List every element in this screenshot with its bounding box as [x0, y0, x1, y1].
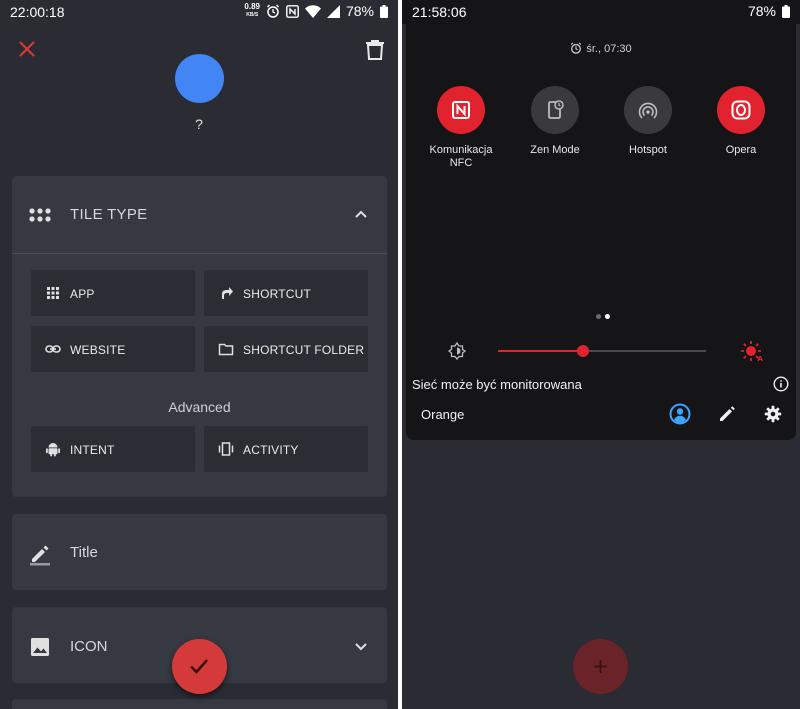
hotspot-icon [638, 102, 658, 119]
signal-icon [326, 4, 340, 18]
delete-icon[interactable] [364, 38, 386, 60]
save-fab-button[interactable] [172, 639, 227, 694]
brightness-slider-thumb[interactable] [577, 345, 590, 357]
tile-hotspot-button[interactable] [624, 86, 672, 134]
network-monitoring-notice[interactable]: Sieć może być monitorowana [412, 377, 582, 392]
tile-opera[interactable]: Opera [692, 86, 790, 157]
page-dot-active [605, 314, 610, 319]
nfc-status-icon [286, 4, 299, 18]
folder-icon [218, 343, 234, 356]
chevron-up-icon[interactable] [353, 206, 369, 222]
battery-icon [380, 4, 388, 18]
tile-label: Komunikacja NFC [429, 144, 493, 169]
plus-icon [594, 660, 607, 673]
next-card [12, 699, 387, 709]
tile-nfc-button[interactable] [437, 86, 485, 134]
edit-icon[interactable] [718, 405, 736, 423]
option-label: SHORTCUT FOLDER [243, 343, 365, 357]
status-bar: 22:00:18 0.89 KB/S 78% [0, 0, 398, 24]
nfc-icon [452, 101, 470, 119]
info-icon[interactable] [773, 376, 789, 392]
divider [12, 253, 387, 254]
check-icon [190, 659, 208, 674]
brightness-low-icon [448, 342, 466, 360]
status-time: 22:00:18 [10, 4, 65, 20]
tile-opera-button[interactable] [717, 86, 765, 134]
carrier-name: Orange [421, 407, 465, 422]
tile-hotspot[interactable]: Hotspot [599, 86, 697, 157]
auto-brightness-icon[interactable]: A [740, 340, 764, 362]
status-icons: 78% [748, 3, 790, 19]
option-website[interactable]: WEBSITE [31, 326, 195, 372]
status-time: 21:58:06 [412, 4, 467, 20]
battery-icon [782, 4, 790, 18]
chevron-down-icon[interactable] [353, 639, 369, 655]
zen-mode-icon [548, 100, 564, 119]
option-label: SHORTCUT [243, 287, 312, 301]
option-shortcut-folder[interactable]: SHORTCUT FOLDER [204, 326, 368, 372]
opera-icon [731, 100, 751, 120]
image-icon [31, 638, 49, 656]
option-activity[interactable]: ACTIVITY [204, 426, 368, 472]
tile-label: Hotspot [629, 144, 667, 156]
activity-icon [218, 442, 234, 456]
tile-type-card: TILE TYPE APP SHORTCUT WEBSITE SHORTCUT … [12, 176, 387, 497]
icon-field-label: ICON [70, 638, 108, 655]
option-shortcut[interactable]: SHORTCUT [204, 270, 368, 316]
link-icon [45, 345, 61, 353]
title-card[interactable]: Title [12, 514, 387, 590]
add-fab-button[interactable] [573, 639, 628, 694]
tile-nfc[interactable]: Komunikacja NFC [412, 86, 510, 170]
page-indicator [596, 314, 616, 320]
option-intent[interactable]: INTENT [31, 426, 195, 472]
advanced-heading: Advanced [168, 399, 231, 415]
tile-editor-screen: 22:00:18 0.89 KB/S 78% ? TILE TYPE APP S… [0, 0, 398, 709]
tile-label: Zen Mode [530, 144, 580, 156]
status-bar: 21:58:06 78% [402, 0, 800, 24]
dots-grid-icon [29, 208, 51, 222]
svg-text:A: A [758, 355, 764, 362]
option-label: ACTIVITY [243, 443, 299, 457]
battery-percent: 78% [747, 3, 776, 19]
network-speed: 0.89 KB/S [244, 2, 260, 19]
option-label: WEBSITE [70, 343, 126, 357]
alarm-icon [267, 4, 279, 18]
tile-name-preview: ? [195, 116, 203, 132]
option-app[interactable]: APP [31, 270, 195, 316]
wifi-icon [304, 4, 321, 18]
quick-settings-screen: 21:58:06 78% śr., 07:30 Komunikacja NFC Z… [402, 0, 800, 709]
shortcut-arrow-icon [222, 287, 233, 299]
apps-grid-icon [47, 287, 59, 299]
brightness-slider-fill [498, 350, 584, 352]
tile-type-title: TILE TYPE [70, 206, 148, 223]
quick-settings-panel: śr., 07:30 Komunikacja NFC Zen Mode Hotsp… [406, 24, 796, 440]
title-field-label: Title [70, 544, 98, 561]
android-icon [46, 443, 60, 457]
next-alarm[interactable]: śr., 07:30 [406, 42, 796, 55]
status-icons: 0.89 KB/S 78% [244, 3, 388, 19]
settings-icon[interactable] [764, 405, 782, 423]
alarm-time: śr., 07:30 [586, 43, 632, 55]
battery-percent: 78% [345, 3, 374, 19]
tile-label: Opera [725, 144, 757, 156]
pencil-icon [30, 545, 50, 566]
brightness-slider[interactable] [498, 345, 706, 357]
alarm-icon [571, 42, 582, 54]
tile-icon-preview[interactable] [175, 54, 224, 103]
close-icon[interactable] [16, 38, 38, 60]
user-account-icon[interactable] [669, 403, 691, 425]
option-label: APP [70, 287, 95, 301]
page-dot [596, 314, 601, 319]
option-label: INTENT [70, 443, 115, 457]
tile-zen-mode[interactable]: Zen Mode [506, 86, 604, 157]
tile-type-header[interactable]: TILE TYPE [12, 176, 387, 254]
tile-zen-mode-button[interactable] [531, 86, 579, 134]
